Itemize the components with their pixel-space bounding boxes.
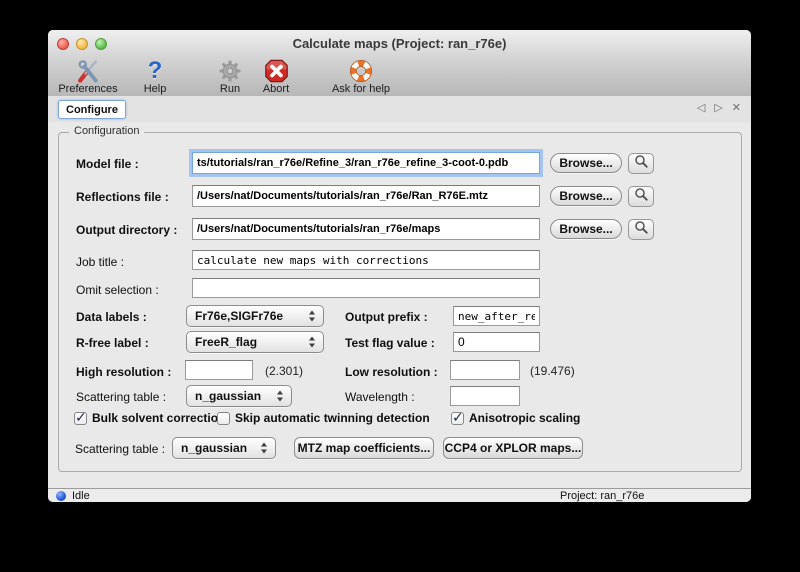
tab-navigation: ◁ ▷ ✕ (697, 102, 741, 115)
mtz-map-coefficients-button[interactable]: MTZ map coefficients... (294, 437, 434, 459)
scattering-table2-dropdown[interactable]: n_gaussian (172, 437, 276, 459)
job-title-label: Job title : (76, 255, 124, 269)
data-labels-dropdown[interactable]: Fr76e,SIGFr76e (186, 305, 324, 327)
preferences-button[interactable]: Preferences (56, 57, 120, 96)
help-button[interactable]: ? Help (138, 57, 172, 96)
magnifier-icon (634, 187, 649, 207)
data-labels-label: Data labels : (76, 310, 147, 324)
status-text: Idle (72, 490, 90, 502)
tools-icon (74, 58, 102, 84)
toolbar-item-label: Abort (263, 84, 289, 95)
screenshot-stage: Calculate maps (Project: ran_r76e) Prefe… (0, 0, 800, 572)
r-free-label-value: FreeR_flag (195, 335, 257, 349)
tab-next-icon[interactable]: ▷ (714, 102, 722, 115)
checkbox-icon[interactable] (451, 412, 464, 425)
checkbox-icon[interactable] (217, 412, 230, 425)
model-file-browse-button[interactable]: Browse... (550, 153, 622, 173)
configuration-panel: Configuration Model file : Browse... Ref… (48, 122, 751, 488)
tab-close-icon[interactable]: ✕ (732, 102, 741, 115)
question-icon: ? (148, 58, 163, 84)
output-directory-browse-button[interactable]: Browse... (550, 219, 622, 239)
stepper-arrows-icon (277, 391, 284, 402)
stop-icon (263, 58, 290, 84)
low-resolution-label: Low resolution : (345, 365, 438, 379)
reflections-file-view-button[interactable] (628, 186, 654, 207)
stepper-arrows-icon (261, 443, 268, 454)
test-flag-value-label: Test flag value : (345, 336, 435, 350)
low-resolution-input[interactable] (450, 360, 520, 380)
status-indicator-icon (56, 491, 66, 501)
test-flag-value-input[interactable] (453, 332, 540, 352)
toolbar-item-label: Help (144, 84, 167, 95)
groupbox-title: Configuration (69, 125, 144, 137)
run-button[interactable]: Run (212, 57, 248, 96)
ask-for-help-button[interactable]: Ask for help (324, 57, 398, 96)
r-free-label-label: R-free label : (76, 336, 149, 350)
magnifier-icon (634, 220, 649, 240)
scattering-table2-label: Scattering table : (75, 442, 165, 456)
project-label: Project: ran_r76e (560, 490, 644, 502)
stepper-arrows-icon (309, 337, 316, 348)
stepper-arrows-icon (309, 311, 316, 322)
app-window: Calculate maps (Project: ran_r76e) Prefe… (48, 30, 751, 502)
output-directory-label: Output directory : (76, 223, 177, 237)
model-file-label: Model file : (76, 157, 139, 171)
bulk-solvent-correction-checkbox[interactable]: Bulk solvent correction (74, 411, 225, 425)
scattering-table-label: Scattering table : (76, 390, 166, 404)
output-prefix-label: Output prefix : (345, 310, 428, 324)
status-bar: Idle Project: ran_r76e (48, 488, 751, 502)
toolbar-item-label: Run (220, 84, 240, 95)
model-file-input[interactable] (192, 152, 540, 174)
tab-configure[interactable]: Configure (58, 100, 126, 119)
wavelength-input[interactable] (450, 386, 520, 406)
omit-selection-input[interactable] (192, 278, 540, 298)
abort-button[interactable]: Abort (254, 57, 298, 96)
scattering-table-value: n_gaussian (195, 389, 261, 403)
data-labels-value: Fr76e,SIGFr76e (195, 309, 283, 323)
lifesaver-icon (348, 58, 374, 84)
job-title-input[interactable] (192, 250, 540, 270)
reflections-file-label: Reflections file : (76, 190, 169, 204)
scattering-table-dropdown[interactable]: n_gaussian (186, 385, 292, 407)
toolbar-item-label: Preferences (58, 84, 117, 95)
model-file-view-button[interactable] (628, 153, 654, 174)
tab-strip: Configure ◁ ▷ ✕ (48, 96, 751, 123)
reflections-file-browse-button[interactable]: Browse... (550, 186, 622, 206)
tab-prev-icon[interactable]: ◁ (697, 102, 705, 115)
high-resolution-hint: (2.301) (265, 364, 303, 378)
reflections-file-input[interactable] (192, 185, 540, 207)
ccp4-xplor-maps-button[interactable]: CCP4 or XPLOR maps... (443, 437, 583, 459)
gear-icon (217, 58, 243, 84)
checkbox-icon[interactable] (74, 412, 87, 425)
checkbox-label: Bulk solvent correction (92, 411, 225, 425)
high-resolution-label: High resolution : (76, 365, 171, 379)
wavelength-label: Wavelength : (345, 390, 415, 404)
window-title: Calculate maps (Project: ran_r76e) (48, 36, 751, 51)
omit-selection-label: Omit selection : (76, 283, 159, 297)
low-resolution-hint: (19.476) (530, 364, 575, 378)
output-directory-view-button[interactable] (628, 219, 654, 240)
high-resolution-input[interactable] (185, 360, 253, 380)
magnifier-icon (634, 154, 649, 174)
scattering-table2-value: n_gaussian (181, 441, 247, 455)
checkbox-label: Anisotropic scaling (469, 411, 580, 425)
skip-twinning-detection-checkbox[interactable]: Skip automatic twinning detection (217, 411, 430, 425)
output-prefix-input[interactable] (453, 306, 540, 326)
anisotropic-scaling-checkbox[interactable]: Anisotropic scaling (451, 411, 580, 425)
title-bar: Calculate maps (Project: ran_r76e) (48, 30, 751, 59)
checkbox-label: Skip automatic twinning detection (235, 411, 430, 425)
r-free-label-dropdown[interactable]: FreeR_flag (186, 331, 324, 353)
output-directory-input[interactable] (192, 218, 540, 240)
toolbar: Preferences ? Help (48, 58, 751, 97)
toolbar-item-label: Ask for help (332, 84, 390, 95)
